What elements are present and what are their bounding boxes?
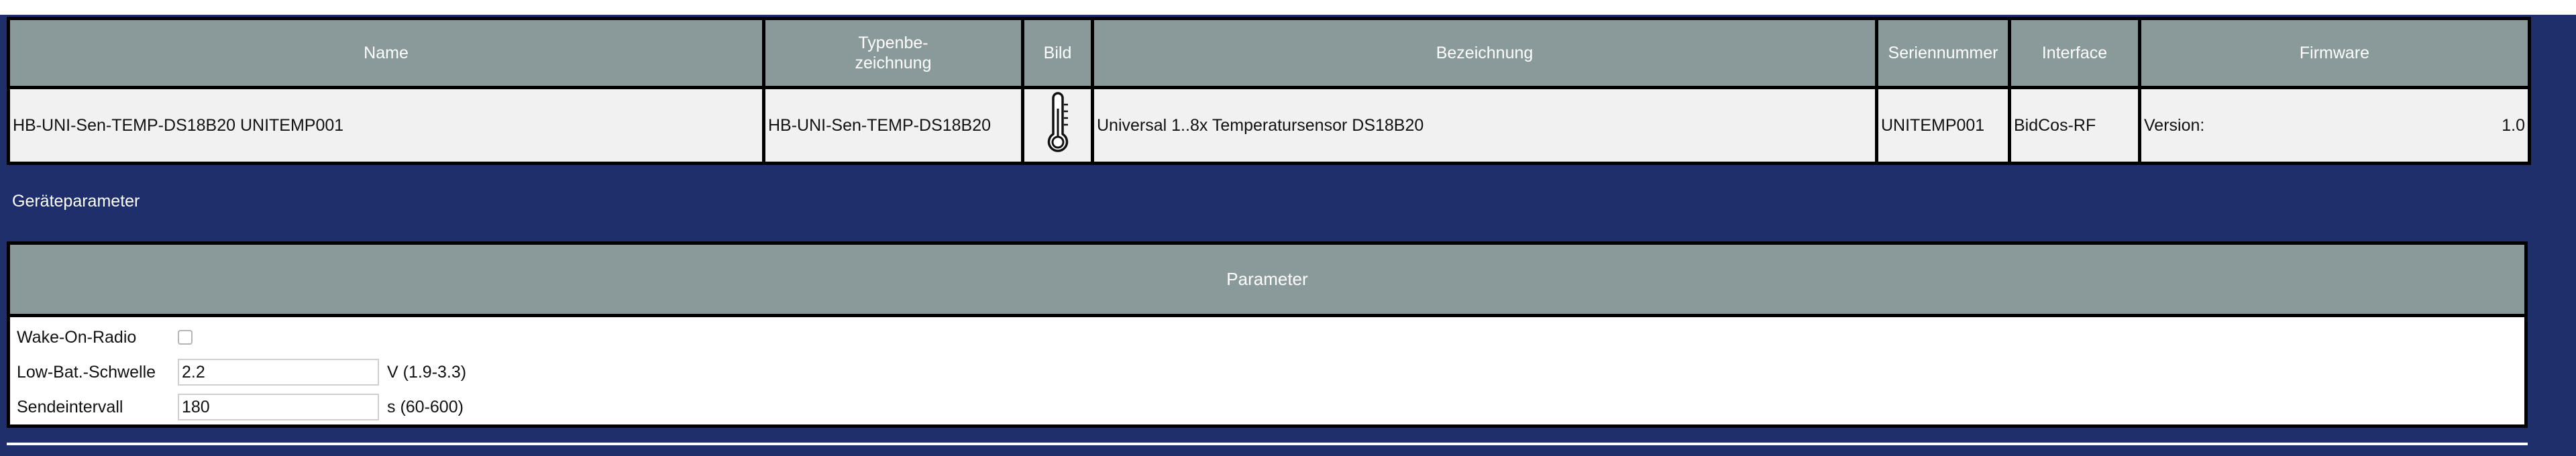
column-header-description: Bezeichnung	[1091, 17, 1878, 89]
parameter-header: Parameter	[10, 245, 2524, 317]
parameter-panel: Parameter Wake-On-Radio Low-Bat.-Schwell…	[7, 241, 2528, 428]
column-header-firmware: Firmware	[2138, 17, 2531, 89]
column-header-name: Name	[7, 17, 765, 89]
wake-on-radio-checkbox[interactable]	[178, 330, 193, 345]
device-image-cell	[1021, 86, 1094, 165]
section-label-device-parameters: Geräteparameter	[12, 192, 140, 211]
device-row[interactable]: HB-UNI-Sen-TEMP-DS18B20 UNITEMP001 HB-UN…	[7, 86, 2531, 165]
device-name-cell: HB-UNI-Sen-TEMP-DS18B20 UNITEMP001	[7, 86, 765, 165]
column-header-type: Typenbe- zeichnung	[762, 17, 1024, 89]
low-bat-threshold-input[interactable]	[178, 359, 379, 386]
param-row-low-bat: Low-Bat.-Schwelle V (1.9-3.3)	[10, 355, 2524, 390]
device-table-header-row: Name Typenbe- zeichnung Bild Bezeichnung…	[7, 17, 2531, 89]
param-row-wake-on-radio: Wake-On-Radio	[10, 320, 2524, 355]
column-header-type-line2: zeichnung	[855, 54, 932, 72]
column-header-type-line1: Typenbe-	[858, 34, 928, 52]
param-row-send-interval: Sendeintervall s (60-600)	[10, 390, 2524, 424]
column-header-serial: Seriennummer	[1875, 17, 2011, 89]
param-label-wake-on-radio: Wake-On-Radio	[17, 327, 137, 347]
param-label-low-bat: Low-Bat.-Schwelle	[17, 362, 156, 382]
device-interface-cell: BidCos-RF	[2008, 86, 2141, 165]
low-bat-unit: V (1.9-3.3)	[387, 362, 467, 382]
param-label-send-interval: Sendeintervall	[17, 397, 123, 416]
thermometer-icon	[1047, 91, 1068, 152]
firmware-label: Version:	[2144, 115, 2205, 135]
column-header-image: Bild	[1021, 17, 1094, 89]
device-firmware-cell: Version: 1.0	[2138, 86, 2531, 165]
device-description-cell: Universal 1..8x Temperatursensor DS18B20	[1091, 86, 1878, 165]
top-bar	[0, 0, 2576, 15]
firmware-value: 1.0	[2502, 115, 2525, 135]
bottom-divider	[7, 443, 2528, 445]
send-interval-input[interactable]	[178, 394, 379, 420]
device-type-cell: HB-UNI-Sen-TEMP-DS18B20	[762, 86, 1024, 165]
column-header-interface: Interface	[2008, 17, 2141, 89]
device-table: Name Typenbe- zeichnung Bild Bezeichnung…	[7, 17, 2531, 165]
send-interval-unit: s (60-600)	[387, 397, 464, 416]
device-serial-cell: UNITEMP001	[1875, 86, 2011, 165]
